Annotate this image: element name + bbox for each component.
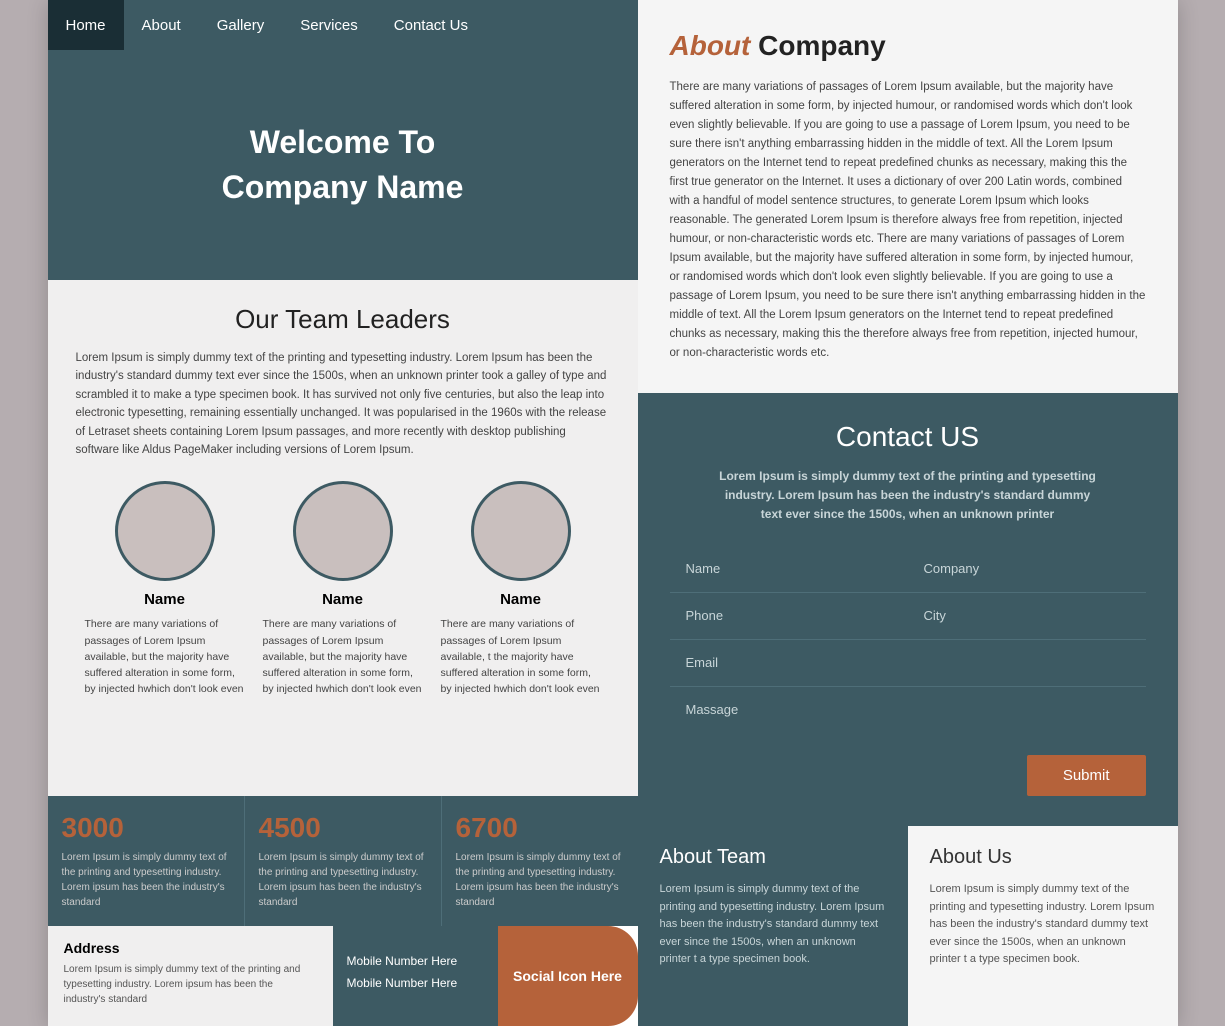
form-field-massage[interactable]: Massage: [670, 687, 1146, 737]
left-panel: Home About Gallery Services Contact Us W…: [48, 0, 638, 1026]
nav-item-gallery[interactable]: Gallery: [199, 0, 283, 50]
about-company-text: There are many variations of passages of…: [670, 78, 1146, 363]
stat-item-2: 4500 Lorem Ipsum is simply dummy text of…: [245, 796, 442, 926]
about-highlight: About: [670, 30, 751, 61]
stat-number-1: 3000: [62, 812, 230, 844]
form-label-massage: Massage: [686, 702, 739, 717]
about-us-box: About Us Lorem Ipsum is simply dummy tex…: [908, 826, 1178, 1026]
stat-item-3: 6700 Lorem Ipsum is simply dummy text of…: [442, 796, 638, 926]
page-wrapper: Home About Gallery Services Contact Us W…: [48, 0, 1178, 1026]
about-bottom: About Team Lorem Ipsum is simply dummy t…: [638, 826, 1178, 1026]
form-label-email: Email: [686, 655, 719, 670]
stat-number-2: 4500: [259, 812, 427, 844]
about-us-text: Lorem Ipsum is simply dummy text of the …: [930, 881, 1156, 969]
stat-item-1: 3000 Lorem Ipsum is simply dummy text of…: [48, 796, 245, 926]
submit-button[interactable]: Submit: [1027, 755, 1146, 796]
form-field-name[interactable]: Name: [670, 546, 908, 593]
hero-section: Welcome To Company Name: [48, 50, 638, 280]
member-desc-1: There are many variations of passages of…: [85, 616, 245, 697]
form-field-city[interactable]: City: [908, 593, 1146, 640]
member-avatar-3: [471, 481, 571, 581]
member-name-1: Name: [144, 591, 185, 608]
footer-address-title: Address: [64, 940, 317, 956]
hero-title: Welcome To Company Name: [222, 120, 464, 210]
footer-left: Address Lorem Ipsum is simply dummy text…: [48, 926, 638, 1026]
form-field-phone[interactable]: Phone: [670, 593, 908, 640]
about-team-title: About Team: [660, 846, 886, 869]
team-heading: Our Team Leaders: [76, 304, 610, 335]
member-avatar-2: [293, 481, 393, 581]
form-label-phone: Phone: [686, 608, 724, 623]
footer-mobile-line-1[interactable]: Mobile Number Here: [347, 954, 484, 968]
member-name-2: Name: [322, 591, 363, 608]
footer-address-text: Lorem Ipsum is simply dummy text of the …: [64, 962, 317, 1007]
contact-form: Name Company Phone City Email Massage: [670, 546, 1146, 737]
nav-item-about[interactable]: About: [124, 0, 199, 50]
right-panel: About Company There are many variations …: [638, 0, 1178, 1026]
contact-section: Contact US Lorem Ipsum is simply dummy t…: [638, 393, 1178, 827]
nav-item-home[interactable]: Home: [48, 0, 124, 50]
team-section: Our Team Leaders Lorem Ipsum is simply d…: [48, 280, 638, 796]
form-label-company: Company: [924, 561, 980, 576]
about-team-text: Lorem Ipsum is simply dummy text of the …: [660, 881, 886, 969]
member-desc-3: There are many variations of passages of…: [441, 616, 601, 697]
submit-row: Submit: [670, 737, 1146, 802]
team-member-2: Name There are many variations of passag…: [263, 481, 423, 697]
member-name-3: Name: [500, 591, 541, 608]
form-field-email[interactable]: Email: [670, 640, 1146, 687]
member-desc-2: There are many variations of passages of…: [263, 616, 423, 697]
nav-bar: Home About Gallery Services Contact Us: [48, 0, 638, 50]
stat-desc-1: Lorem Ipsum is simply dummy text of the …: [62, 850, 230, 910]
contact-heading: Contact US: [670, 421, 1146, 453]
about-us-title: About Us: [930, 846, 1156, 869]
team-member-3: Name There are many variations of passag…: [441, 481, 601, 697]
nav-item-services[interactable]: Services: [282, 0, 376, 50]
about-company-name: Company: [750, 30, 885, 61]
footer-address: Address Lorem Ipsum is simply dummy text…: [48, 926, 333, 1026]
nav-item-contact[interactable]: Contact Us: [376, 0, 486, 50]
member-avatar-1: [115, 481, 215, 581]
footer-mobile: Mobile Number Here Mobile Number Here: [333, 926, 498, 1026]
footer-social[interactable]: Social Icon Here: [498, 926, 638, 1026]
about-company-title: About Company: [670, 30, 1146, 62]
stat-number-3: 6700: [456, 812, 624, 844]
form-field-company[interactable]: Company: [908, 546, 1146, 593]
about-team-box: About Team Lorem Ipsum is simply dummy t…: [638, 826, 908, 1026]
footer-mobile-line-2[interactable]: Mobile Number Here: [347, 976, 484, 990]
team-members: Name There are many variations of passag…: [76, 481, 610, 697]
team-member-1: Name There are many variations of passag…: [85, 481, 245, 697]
team-description: Lorem Ipsum is simply dummy text of the …: [76, 349, 610, 459]
stats-section: 3000 Lorem Ipsum is simply dummy text of…: [48, 796, 638, 926]
stat-desc-2: Lorem Ipsum is simply dummy text of the …: [259, 850, 427, 910]
contact-subtitle: Lorem Ipsum is simply dummy text of the …: [718, 467, 1098, 525]
form-label-name: Name: [686, 561, 721, 576]
stat-desc-3: Lorem Ipsum is simply dummy text of the …: [456, 850, 624, 910]
footer-social-text: Social Icon Here: [513, 968, 622, 984]
about-company: About Company There are many variations …: [638, 0, 1178, 393]
form-label-city: City: [924, 608, 946, 623]
